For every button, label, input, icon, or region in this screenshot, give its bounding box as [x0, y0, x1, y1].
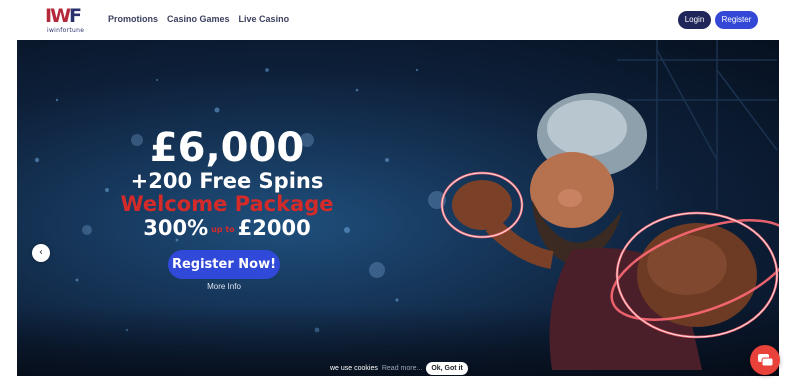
- nav-live-casino[interactable]: Live Casino: [239, 14, 290, 24]
- carousel-prev-button[interactable]: ‹: [32, 244, 50, 262]
- login-button[interactable]: Login: [678, 11, 711, 29]
- brand-logo[interactable]: IWF iwinfortune: [45, 6, 95, 36]
- nav-casino-games[interactable]: Casino Games: [167, 14, 230, 24]
- bonus-amount: £6,000: [149, 125, 305, 171]
- viking-character-illustration: [440, 93, 779, 370]
- main-nav: Promotions Casino Games Live Casino: [108, 14, 289, 24]
- bonus-percent-line: 300% up to £2000: [107, 216, 347, 242]
- cookie-text: we use cookies: [330, 364, 378, 372]
- live-chat-button[interactable]: [750, 345, 780, 375]
- logo-mark: IWF: [45, 5, 82, 27]
- more-info-link[interactable]: More Info: [196, 282, 252, 291]
- hero-offer: £6,000 +200 Free Spins Welcome Package 3…: [107, 126, 347, 242]
- cookie-read-more-link[interactable]: Read more...: [382, 365, 422, 372]
- max-bonus: £2000: [237, 216, 311, 240]
- bonus-percent: 300%: [143, 216, 209, 240]
- welcome-package: Welcome Package: [120, 192, 334, 216]
- up-to-label: up to: [211, 224, 235, 234]
- cookie-ok-button[interactable]: Ok, Got it: [426, 361, 468, 375]
- register-button[interactable]: Register: [715, 11, 758, 29]
- cookie-notice: we use cookies Read more... Ok, Got it: [330, 361, 468, 375]
- logo-subtitle: iwinfortune: [47, 27, 85, 34]
- chevron-left-icon: ‹: [39, 247, 43, 258]
- nav-promotions[interactable]: Promotions: [108, 14, 158, 24]
- hero-banner: £6,000 +200 Free Spins Welcome Package 3…: [17, 40, 779, 376]
- free-spins: +200 Free Spins: [130, 169, 324, 193]
- register-now-button[interactable]: Register Now!: [168, 250, 280, 279]
- site-header: IWF iwinfortune Promotions Casino Games …: [0, 0, 800, 40]
- chat-icon: [758, 354, 774, 367]
